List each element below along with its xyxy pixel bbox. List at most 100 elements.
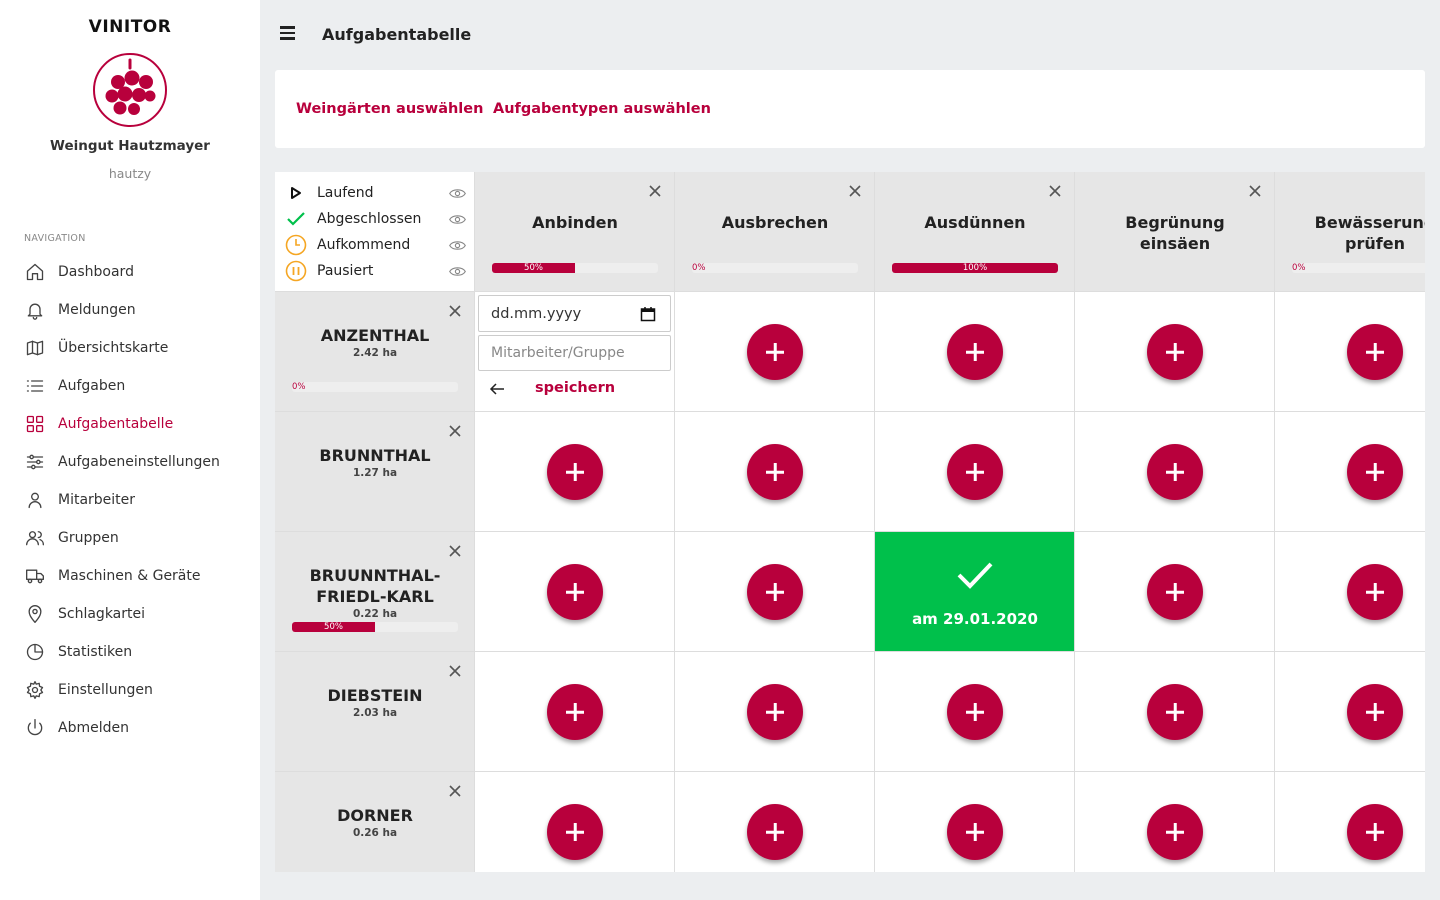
close-icon[interactable] <box>448 784 462 798</box>
nav-item-statistiken[interactable]: Statistiken <box>0 633 260 671</box>
nav-item-label: Maschinen & Geräte <box>58 568 201 584</box>
close-icon[interactable] <box>448 544 462 558</box>
close-icon[interactable] <box>848 184 862 198</box>
list-icon <box>24 375 46 397</box>
app-brand: VINITOR <box>88 17 172 37</box>
nav-item-label: Aufgaben <box>58 378 126 394</box>
add-task-button[interactable] <box>947 684 1003 740</box>
eye-icon[interactable] <box>449 185 466 202</box>
date-input[interactable]: dd.mm.yyyy <box>478 295 671 332</box>
close-icon[interactable] <box>648 184 662 198</box>
add-task-button[interactable] <box>947 444 1003 500</box>
row-progress: 0% <box>292 382 458 392</box>
add-task-button[interactable] <box>747 324 803 380</box>
add-task-button[interactable] <box>747 444 803 500</box>
worker-group-input[interactable]: Mitarbeiter/Gruppe <box>478 335 671 371</box>
select-task-types-link[interactable]: Aufgabentypen auswählen <box>493 101 711 117</box>
save-button[interactable]: speichern <box>535 380 615 396</box>
close-icon[interactable] <box>448 304 462 318</box>
nav-item-label: Schlagkartei <box>58 606 146 622</box>
nav-item-aufgabeneinstellungen[interactable]: Aufgabeneinstellungen <box>0 443 260 481</box>
eye-icon[interactable] <box>449 237 466 254</box>
arrow-left-icon[interactable] <box>489 382 505 396</box>
map-pin-icon <box>24 603 46 625</box>
eye-icon[interactable] <box>449 211 466 228</box>
task-cell <box>475 532 675 652</box>
nav-item-meldungen[interactable]: Meldungen <box>0 291 260 329</box>
nav-heading: NAVIGATION <box>24 233 86 244</box>
nav-item-aufgabentabelle[interactable]: Aufgabentabelle <box>0 405 260 443</box>
column-header: Anbinden 50% <box>475 172 675 292</box>
add-task-button[interactable] <box>1347 324 1403 380</box>
nav-item-abmelden[interactable]: Abmelden <box>0 709 260 747</box>
vineyard-area: 1.27 ha <box>352 467 398 479</box>
progress-label: 50% <box>524 263 543 273</box>
task-cell <box>475 652 675 772</box>
task-cell <box>1075 292 1275 412</box>
column-title: Anbinden <box>532 213 618 232</box>
add-task-button[interactable] <box>547 444 603 500</box>
page-title: Aufgabentabelle <box>322 25 472 44</box>
add-task-button[interactable] <box>747 804 803 860</box>
add-task-button[interactable] <box>547 564 603 620</box>
nav-list: Dashboard Meldungen Übersichtskarte Aufg… <box>0 253 260 747</box>
task-cell <box>1075 772 1275 872</box>
close-icon[interactable] <box>448 424 462 438</box>
legend-label: Laufend <box>317 185 374 201</box>
gear-icon <box>24 679 46 701</box>
nav-item-label: Gruppen <box>58 530 119 546</box>
vineyard-area: 2.03 ha <box>352 707 398 719</box>
close-icon[interactable] <box>1248 184 1262 198</box>
add-task-button[interactable] <box>1347 564 1403 620</box>
add-task-button[interactable] <box>547 804 603 860</box>
add-task-button[interactable] <box>1147 804 1203 860</box>
add-task-button[interactable] <box>1147 324 1203 380</box>
task-cell <box>1275 412 1425 532</box>
nav-item-mitarbeiter[interactable]: Mitarbeiter <box>0 481 260 519</box>
completed-task-cell[interactable]: am 29.01.2020 <box>875 532 1075 652</box>
user-icon <box>24 489 46 511</box>
column-header: Bewässerung prüfen 0% <box>1275 172 1425 292</box>
task-cell <box>1275 532 1425 652</box>
column-progress: 0% <box>692 263 858 273</box>
add-task-button[interactable] <box>747 684 803 740</box>
eye-icon[interactable] <box>449 263 466 280</box>
task-cell <box>475 412 675 532</box>
status-legend: Laufend Abgeschlossen Aufkommend Pausier… <box>275 172 475 292</box>
select-vineyards-link[interactable]: Weingärten auswählen <box>296 101 483 117</box>
close-icon[interactable] <box>1048 184 1062 198</box>
column-title: Bewässerung prüfen <box>1314 213 1425 253</box>
add-task-button[interactable] <box>1147 684 1203 740</box>
calendar-icon[interactable] <box>640 306 656 322</box>
nav-item-uebersichtskarte[interactable]: Übersichtskarte <box>0 329 260 367</box>
column-progress: 0% <box>1292 263 1425 273</box>
check-icon <box>957 562 993 589</box>
nav-item-einstellungen[interactable]: Einstellungen <box>0 671 260 709</box>
task-cell <box>1075 412 1275 532</box>
nav-item-schlagkartei[interactable]: Schlagkartei <box>0 595 260 633</box>
add-task-button[interactable] <box>947 804 1003 860</box>
task-cell <box>1075 652 1275 772</box>
column-title: Begrünung einsäen <box>1125 213 1225 253</box>
add-task-button[interactable] <box>1347 684 1403 740</box>
close-icon[interactable] <box>448 664 462 678</box>
power-icon <box>24 717 46 739</box>
add-task-button[interactable] <box>747 564 803 620</box>
nav-item-gruppen[interactable]: Gruppen <box>0 519 260 557</box>
add-task-button[interactable] <box>1147 444 1203 500</box>
pie-chart-icon <box>24 641 46 663</box>
nav-item-dashboard[interactable]: Dashboard <box>0 253 260 291</box>
add-task-button[interactable] <box>947 324 1003 380</box>
add-task-button[interactable] <box>1147 564 1203 620</box>
nav-item-aufgaben[interactable]: Aufgaben <box>0 367 260 405</box>
add-task-button[interactable] <box>1347 444 1403 500</box>
task-cell <box>475 772 675 872</box>
nav-item-label: Aufgabentabelle <box>58 416 174 432</box>
legend-item-running: Laufend <box>285 180 470 206</box>
nav-item-label: Mitarbeiter <box>58 492 136 508</box>
add-task-button[interactable] <box>1347 804 1403 860</box>
add-task-button[interactable] <box>547 684 603 740</box>
nav-item-label: Einstellungen <box>58 682 153 698</box>
nav-item-maschinen[interactable]: Maschinen & Geräte <box>0 557 260 595</box>
hamburger-menu-icon[interactable] <box>280 26 298 44</box>
